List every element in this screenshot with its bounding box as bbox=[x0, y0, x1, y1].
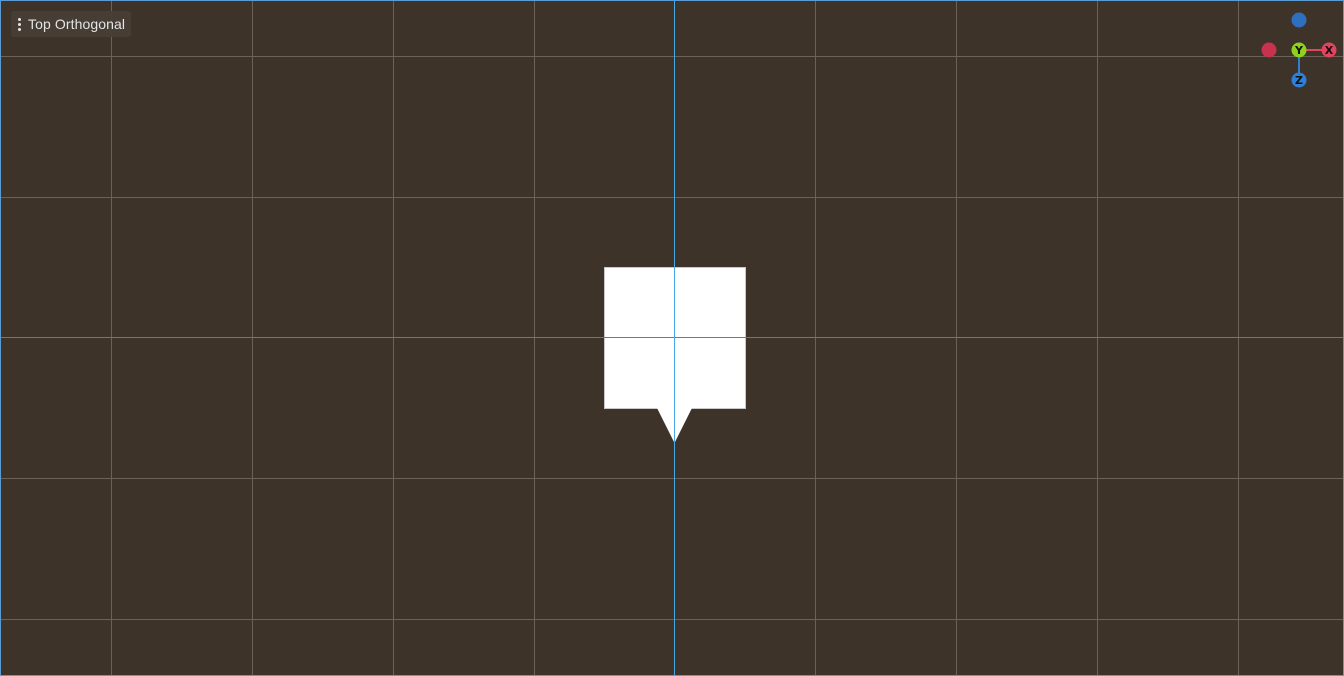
gizmo-z-label: Z bbox=[1295, 74, 1303, 87]
gizmo-z-handle[interactable]: Z bbox=[1291, 72, 1307, 88]
gizmo-y-label: Y bbox=[1294, 44, 1304, 57]
gizmo-x-handle[interactable]: X bbox=[1321, 42, 1337, 58]
gizmo-y-handle[interactable]: Y bbox=[1291, 42, 1307, 58]
view-menu-button[interactable]: Top Orthogonal bbox=[11, 11, 132, 37]
gizmo-neg-y-handle[interactable] bbox=[1291, 12, 1307, 28]
kebab-menu-icon bbox=[15, 17, 23, 31]
gizmo-neg-x-handle[interactable] bbox=[1261, 42, 1277, 58]
3d-viewport[interactable]: Top Orthogonal Z X Y bbox=[0, 0, 1344, 676]
viewport-grid bbox=[1, 1, 1343, 675]
view-menu-label: Top Orthogonal bbox=[28, 16, 126, 32]
orientation-gizmo[interactable]: Z X Y bbox=[1255, 7, 1341, 93]
gizmo-x-label: X bbox=[1325, 44, 1334, 57]
